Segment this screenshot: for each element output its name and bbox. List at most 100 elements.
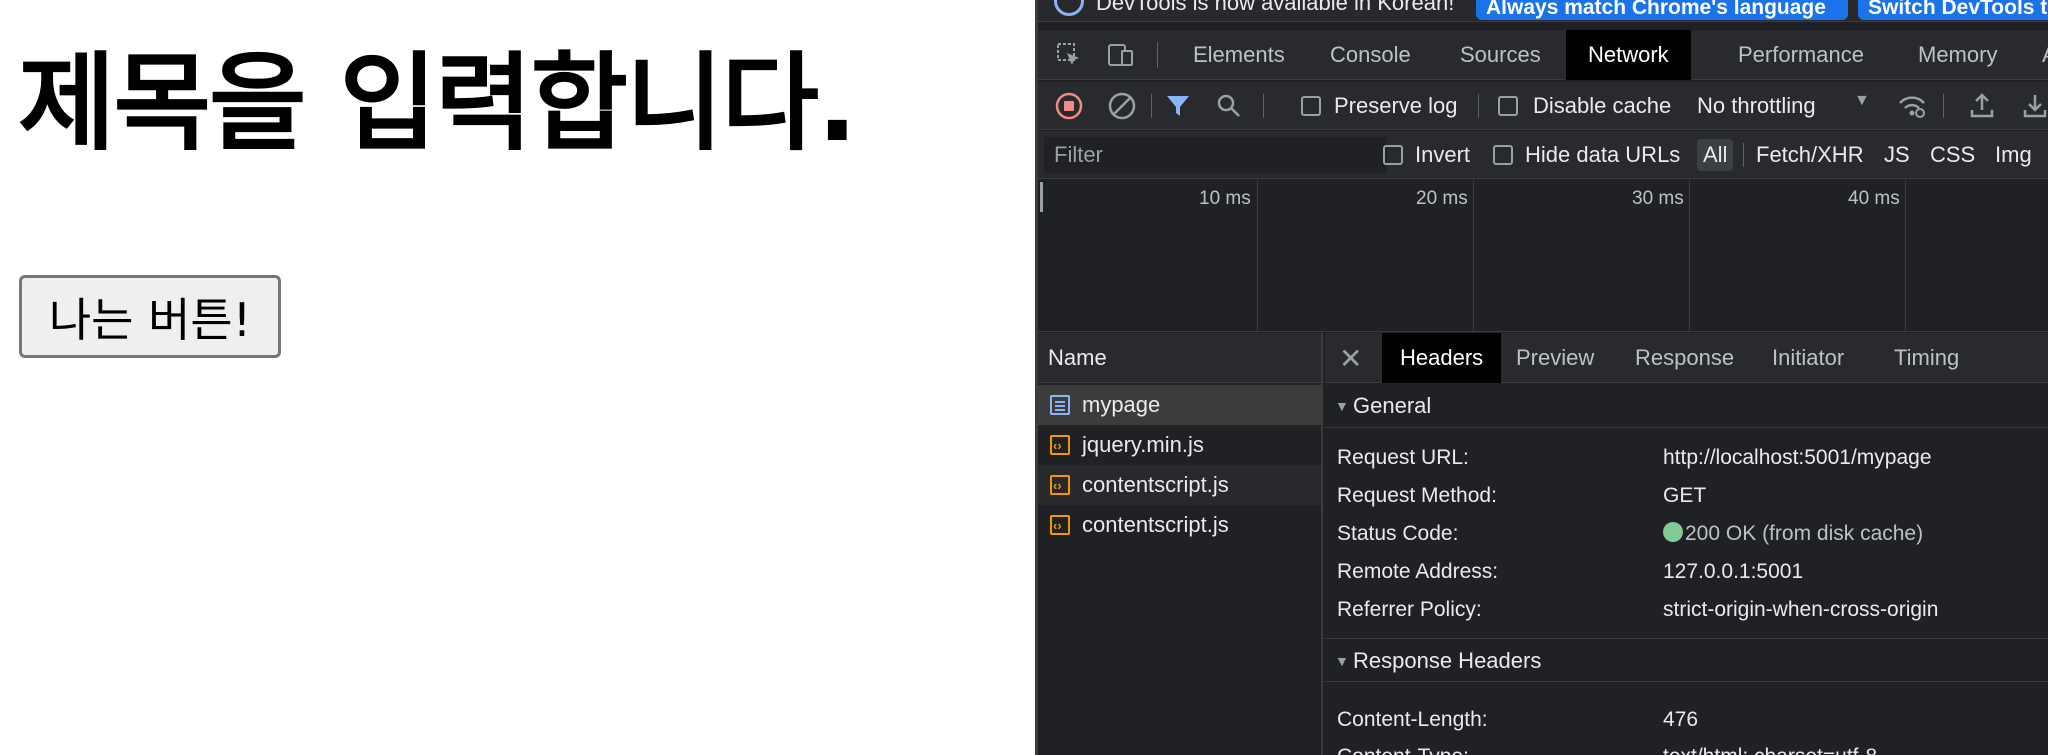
script-icon [1050,506,1070,546]
timeline-tick: 30 ms [1632,188,1684,209]
divider [1743,143,1744,167]
divider [1157,42,1158,68]
tab-console[interactable]: Console [1308,30,1433,80]
page-title: 제목을 입력합니다. [18,42,857,165]
content-length-value: 476 [1663,708,1699,731]
request-row-contentscript[interactable]: contentscript.js [1038,505,1321,546]
timeline-tick: 10 ms [1199,188,1251,209]
divider [1151,94,1152,118]
tab-response[interactable]: Response [1617,333,1752,383]
request-method-value: GET [1663,484,1707,507]
page-button[interactable]: 나는 버튼! [19,275,281,358]
request-name: mypage [1082,392,1161,417]
request-name: contentscript.js [1082,512,1229,537]
clear-icon[interactable] [1108,92,1136,120]
tab-memory[interactable]: Memory [1896,30,2019,80]
type-filter-js[interactable]: JS [1878,139,1916,171]
type-filter-css[interactable]: CSS [1924,139,1981,171]
header-key: Request Method: [1337,484,1497,507]
request-detail-pane: ✕ Headers Preview Response Initiator Tim… [1325,333,2048,755]
timeline-gridline [1473,180,1474,332]
invert-checkbox[interactable] [1383,145,1403,165]
disable-cache-checkbox[interactable] [1498,96,1518,116]
network-overview-timeline[interactable]: 10 ms 20 ms 30 ms 40 ms [1038,180,2048,332]
status-code-value: 200 OK (from disk cache) [1663,522,1923,546]
device-toolbar-icon[interactable] [1108,42,1134,68]
script-icon [1050,426,1070,466]
tab-elements[interactable]: Elements [1171,30,1307,80]
network-toolbar: Preserve log Disable cache No throttling… [1038,82,2048,130]
screen: 제목을 입력합니다. 나는 버튼! DevTools is now availa… [0,0,2048,755]
status-text: 200 OK [1685,522,1757,545]
tab-timing[interactable]: Timing [1876,333,1977,383]
script-icon [1050,466,1070,506]
status-ok-dot-icon [1663,522,1683,542]
section-title: Response Headers [1353,648,1542,673]
inspect-element-icon[interactable] [1056,42,1082,68]
search-icon[interactable] [1216,93,1242,119]
request-list: Name mypage jquery.min.js contentscript.… [1038,333,1323,755]
request-row-mypage[interactable]: mypage [1038,385,1321,425]
document-icon [1050,395,1070,415]
type-filter-all[interactable]: All [1697,139,1734,171]
filter-icon[interactable] [1165,93,1191,119]
import-har-icon[interactable] [1969,92,1995,120]
export-har-icon[interactable] [2022,92,2048,120]
tab-performance[interactable]: Performance [1716,30,1886,80]
divider [1263,94,1264,118]
general-section-header[interactable]: ▼ General [1325,384,2048,428]
type-filter-fetch-xhr[interactable]: Fetch/XHR [1750,139,1870,171]
disable-cache-label: Disable cache [1533,93,1672,118]
invert-label: Invert [1415,142,1471,167]
timeline-cursor[interactable] [1040,182,1043,212]
tab-headers[interactable]: Headers [1382,333,1502,383]
preserve-log-label: Preserve log [1334,93,1458,118]
switch-devtools-language-button[interactable]: Switch DevTools t [1858,0,2048,20]
header-key: Content-Type: [1337,745,1469,755]
timeline-tick: 20 ms [1416,188,1468,209]
hide-data-urls-checkbox[interactable] [1493,145,1513,165]
header-key: Status Code: [1337,522,1459,545]
tab-preview[interactable]: Preview [1498,333,1612,383]
collapse-triangle-icon: ▼ [1335,398,1349,414]
request-row-jquery[interactable]: jquery.min.js [1038,425,1321,466]
tab-application[interactable]: Ap [2020,30,2048,80]
web-page: 제목을 입력합니다. 나는 버튼! [0,0,1035,755]
always-match-language-button[interactable]: Always match Chrome's language [1476,0,1848,20]
filter-input[interactable] [1044,137,1387,173]
type-filter-img[interactable]: Img [1989,139,2038,171]
info-icon [1054,0,1084,16]
tab-sources[interactable]: Sources [1438,30,1563,80]
hide-data-urls-label: Hide data URLs [1525,142,1681,167]
chevron-down-icon[interactable]: ▼ [1854,92,1870,110]
divider [1943,94,1944,118]
tab-initiator[interactable]: Initiator [1754,333,1862,383]
record-stop-icon[interactable] [1055,92,1083,120]
timeline-gridline [1257,180,1258,332]
content-type-value: text/html; charset=utf-8 [1663,745,1877,755]
header-key: Content-Length: [1337,708,1488,731]
divider [1478,94,1479,118]
status-note: (from disk cache) [1762,522,1924,545]
network-conditions-icon[interactable] [1897,92,1927,120]
request-row-contentscript[interactable]: contentscript.js [1038,465,1321,506]
request-name: contentscript.js [1082,472,1229,497]
tab-network[interactable]: Network [1566,30,1691,80]
infobar-message: DevTools is now available in Korean! [1096,0,1455,15]
throttling-select[interactable]: No throttling [1697,93,1816,119]
network-filterbar: Invert Hide data URLs All Fetch/XHR JS C… [1038,131,2048,179]
response-headers-section-header[interactable]: ▼ Response Headers [1325,638,2048,682]
detail-tabbar: ✕ Headers Preview Response Initiator Tim… [1325,333,2048,383]
collapse-triangle-icon: ▼ [1335,653,1349,669]
close-icon[interactable]: ✕ [1339,342,1362,375]
header-key: Remote Address: [1337,560,1499,583]
preserve-log-checkbox[interactable] [1301,96,1321,116]
timeline-gridline [1905,180,1906,332]
timeline-gridline [1689,180,1690,332]
name-column-header[interactable]: Name [1038,333,1321,383]
timeline-tick: 40 ms [1848,188,1900,209]
section-title: General [1353,393,1432,418]
request-name: jquery.min.js [1082,432,1204,457]
header-key: Request URL: [1337,446,1469,469]
language-infobar: DevTools is now available in Korean! Alw… [1038,0,2048,22]
